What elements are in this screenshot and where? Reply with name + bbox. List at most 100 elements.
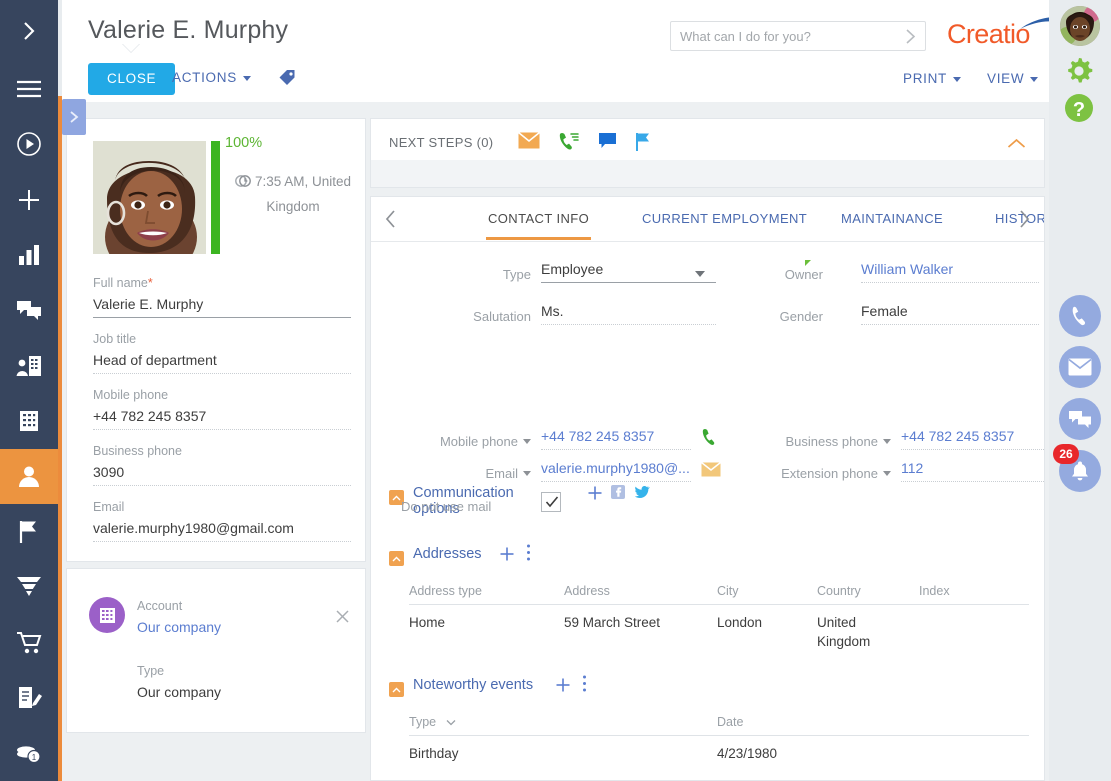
addresses-menu-icon[interactable] <box>526 544 531 566</box>
flag-activity-icon[interactable] <box>635 132 652 156</box>
close-button[interactable]: CLOSE <box>88 63 175 95</box>
gender-value[interactable]: Female <box>861 303 1039 325</box>
chevron-down-icon <box>953 77 961 82</box>
field-value[interactable]: valerie.murphy1980@gmail.com <box>93 514 351 542</box>
owner-required-marker <box>805 260 811 266</box>
contact-photo[interactable] <box>93 141 206 254</box>
invoices-icon[interactable]: 1 <box>0 726 58 781</box>
close-icon[interactable] <box>335 609 350 629</box>
email-activity-icon[interactable] <box>518 132 540 156</box>
dashboards-icon[interactable] <box>0 227 58 282</box>
salutation-label: Salutation <box>431 309 531 324</box>
extension-phone-label[interactable]: Extension phone <box>731 466 891 481</box>
add-address-icon[interactable] <box>499 546 515 567</box>
send-email-icon[interactable] <box>701 462 721 482</box>
mobile-phone-value[interactable]: +44 782 245 8357 <box>541 428 691 450</box>
email-value[interactable]: valerie.murphy1980@... <box>541 460 691 482</box>
collapse-next-steps-icon[interactable] <box>1007 137 1026 155</box>
addresses-title[interactable]: Addresses <box>413 546 482 562</box>
owner-value[interactable]: William Walker <box>861 261 1039 283</box>
help-icon[interactable]: ? <box>1062 91 1096 130</box>
expand-side-panel-button[interactable] <box>62 99 86 135</box>
add-communication-icon[interactable] <box>587 485 603 506</box>
view-menu-button[interactable]: VIEW <box>987 71 1038 86</box>
cell-city: London <box>717 613 762 632</box>
phone-icon[interactable] <box>1059 295 1101 337</box>
type-value[interactable]: Employee <box>541 261 716 283</box>
sort-chevron-down-icon <box>446 715 456 729</box>
extension-phone-value[interactable]: 112 <box>901 460 1045 482</box>
column-header[interactable]: Country <box>817 584 861 598</box>
expand-panel-icon[interactable] <box>0 0 58 61</box>
actions-menu-button[interactable]: ACTIONS <box>172 70 251 85</box>
business-phone-label[interactable]: Business phone <box>731 434 891 449</box>
field-value[interactable]: Valerie E. Murphy <box>93 290 351 318</box>
contacts-section-icon[interactable] <box>0 338 58 393</box>
add-noteworthy-event-icon[interactable] <box>555 677 571 698</box>
do-not-use-mail-checkbox[interactable] <box>541 492 561 512</box>
accounts-icon[interactable] <box>0 393 58 448</box>
collapse-noteworthy-icon[interactable] <box>389 682 404 697</box>
cell-event-date: 4/23/1980 <box>717 744 777 763</box>
field-value[interactable]: 3090 <box>93 458 351 486</box>
mobile-phone-label[interactable]: Mobile phone <box>401 434 531 449</box>
column-header[interactable]: Type <box>409 715 456 729</box>
tab-contact-info[interactable]: CONTACT INFO <box>488 211 589 226</box>
facebook-icon[interactable] <box>611 485 625 504</box>
feed-icon[interactable] <box>0 283 58 338</box>
do-not-use-mail-label: Do not use mail <box>401 499 531 514</box>
tag-icon[interactable] <box>278 68 297 92</box>
field-value[interactable]: +44 782 245 8357 <box>93 402 351 430</box>
form-row-type-owner: Type Employee Owner William Walker <box>371 258 1044 290</box>
orders-icon[interactable] <box>0 615 58 670</box>
tab-current-employment[interactable]: CURRENT EMPLOYMENT <box>642 211 807 226</box>
cell-address: 59 March Street <box>564 613 660 632</box>
gear-icon[interactable] <box>1062 54 1096 93</box>
collapse-addresses-icon[interactable] <box>389 551 404 566</box>
chat-icon[interactable] <box>1059 398 1101 440</box>
tabs-scroll-right-icon[interactable] <box>1018 210 1030 233</box>
call-mobile-icon[interactable] <box>701 428 721 451</box>
account-avatar <box>89 597 125 633</box>
detail-tabs: CONTACT INFO CURRENT EMPLOYMENT MAINTAIN… <box>371 197 1044 242</box>
account-link[interactable]: Our company <box>137 619 221 635</box>
global-search[interactable] <box>670 21 926 51</box>
field-business-phone: Business phone 3090 <box>93 444 351 486</box>
column-header[interactable]: City <box>717 584 739 598</box>
cell-address-type: Home <box>409 613 445 632</box>
run-process-icon[interactable] <box>0 117 58 172</box>
column-header[interactable]: Date <box>717 715 743 729</box>
noteworthy-events-menu-icon[interactable] <box>582 675 587 697</box>
opportunities-icon[interactable] <box>0 560 58 615</box>
user-avatar[interactable] <box>1060 6 1100 46</box>
business-phone-value[interactable]: +44 782 245 8357 <box>901 428 1045 450</box>
check-icon <box>545 495 559 514</box>
field-value[interactable]: Head of department <box>93 346 351 374</box>
search-input[interactable] <box>671 22 893 50</box>
noteworthy-events-title[interactable]: Noteworthy events <box>413 677 533 693</box>
required-marker: * <box>148 276 153 290</box>
email-label[interactable]: Email <box>431 466 531 481</box>
svg-text:?: ? <box>1073 99 1085 121</box>
twitter-icon[interactable] <box>635 485 650 504</box>
chevron-down-icon[interactable] <box>695 271 705 277</box>
column-header[interactable]: Index <box>919 584 950 598</box>
salutation-value[interactable]: Ms. <box>541 303 716 325</box>
notification-badge: 26 <box>1053 444 1079 464</box>
contracts-icon[interactable] <box>0 670 58 725</box>
tab-maintainance[interactable]: MAINTAINANCE <box>841 211 943 226</box>
main-menu-icon[interactable] <box>0 61 58 116</box>
timezone-text: 7:35 AM, United Kingdom <box>255 174 351 214</box>
call-activity-icon[interactable] <box>558 132 580 156</box>
tabs-scroll-left-icon[interactable] <box>385 210 397 233</box>
print-menu-button[interactable]: PRINT <box>903 71 961 86</box>
column-header[interactable]: Address type <box>409 584 482 598</box>
add-record-icon[interactable] <box>0 172 58 227</box>
message-activity-icon[interactable] <box>598 132 617 156</box>
contacts-icon[interactable] <box>0 449 58 504</box>
column-header[interactable]: Address <box>564 584 610 598</box>
mail-icon[interactable] <box>1059 346 1101 388</box>
leads-icon[interactable] <box>0 504 58 559</box>
search-submit-icon[interactable] <box>902 27 919 51</box>
field-full-name: Full name* Valerie E. Murphy <box>93 276 351 318</box>
